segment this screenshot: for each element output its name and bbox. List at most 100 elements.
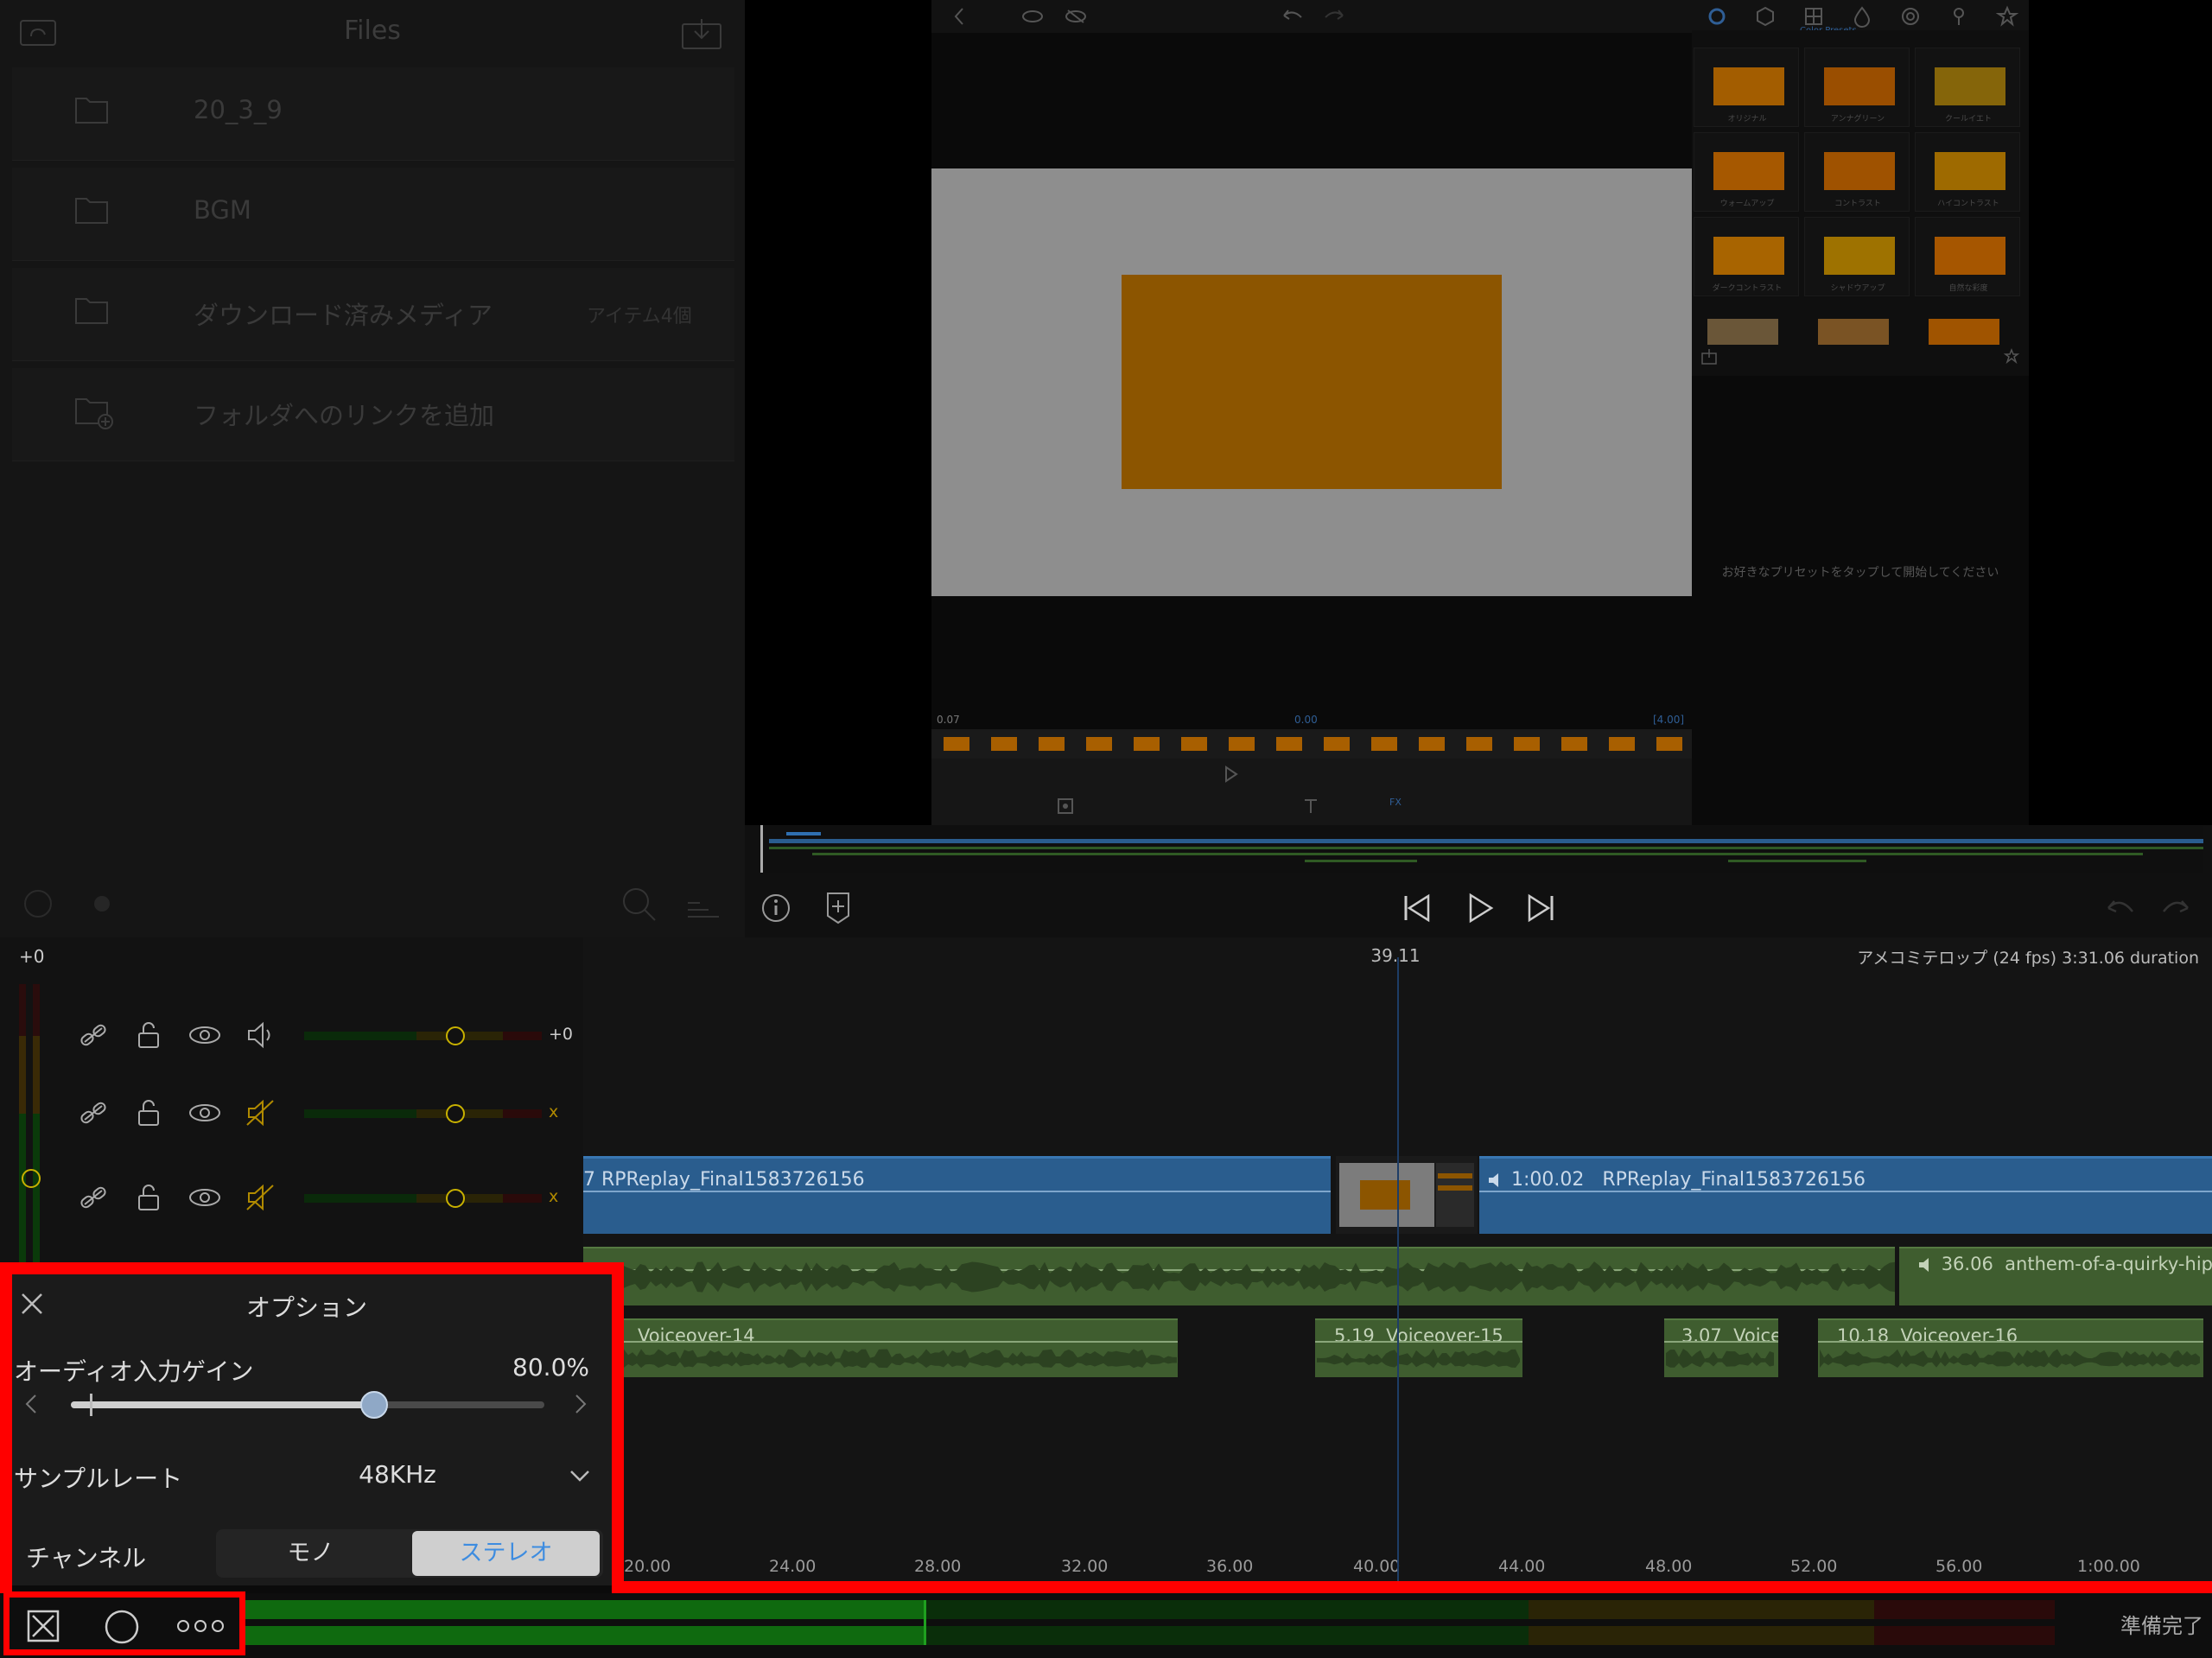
- viewer-mode-icon[interactable]: [1056, 797, 1075, 816]
- ruler-tick: 20.00: [624, 1557, 671, 1576]
- voiceover-14-clip[interactable]: Voiceover-14: [613, 1318, 1178, 1377]
- speaker-icon[interactable]: [245, 1020, 276, 1051]
- folder-icon: [74, 195, 109, 225]
- spiral-icon[interactable]: [1899, 5, 1922, 28]
- text-tool-icon[interactable]: [1301, 797, 1320, 816]
- viewer-play-icon[interactable]: [1221, 765, 1240, 784]
- speaker-muted-icon[interactable]: [245, 1182, 276, 1213]
- track-volume-slider[interactable]: [304, 1026, 542, 1045]
- speaker-muted-icon[interactable]: [245, 1097, 276, 1128]
- files-cloud-sync-icon[interactable]: [22, 888, 54, 919]
- preset-swatch-partial: [1707, 319, 1778, 345]
- lock-icon[interactable]: [135, 1020, 162, 1051]
- input-level-meter: [245, 1600, 2055, 1648]
- key-icon[interactable]: [1948, 5, 1970, 28]
- ruler-tick: 40.00: [1353, 1557, 1401, 1576]
- star-icon[interactable]: [1996, 5, 2018, 28]
- preset-tile[interactable]: クールイエト: [1915, 48, 2020, 127]
- bgm-clip-b[interactable]: 36.06 anthem-of-a-quirky-hip: [1899, 1247, 2212, 1305]
- timeline-overview[interactable]: [760, 825, 2203, 873]
- voiceover-15-clip[interactable]: 5.19 Voiceover-15: [1315, 1318, 1522, 1377]
- preset-tile[interactable]: ダークコントラスト: [1694, 217, 1799, 296]
- files-camera-icon[interactable]: [86, 888, 118, 919]
- file-row-bgm[interactable]: BGM: [12, 168, 734, 261]
- preset-tile[interactable]: 自然な彩度: [1915, 217, 2020, 296]
- bgm-clip-a[interactable]: [583, 1247, 1895, 1305]
- playhead[interactable]: [1397, 957, 1399, 1588]
- preset-import-icon[interactable]: [1700, 348, 1718, 365]
- skip-forward-icon[interactable]: [1524, 891, 1559, 925]
- redo-icon[interactable]: [1322, 5, 1348, 28]
- back-chevron-icon[interactable]: [950, 5, 968, 28]
- link-icon[interactable]: [78, 1020, 109, 1051]
- file-row-20_3_9[interactable]: 20_3_9: [12, 67, 734, 161]
- files-search-icon[interactable]: [620, 886, 658, 924]
- thumbnail-frame: [1561, 737, 1587, 751]
- video-clip-a[interactable]: 7 RPReplay_Final1583726156: [583, 1156, 1331, 1234]
- clip-duration: 3.07: [1681, 1325, 1722, 1346]
- ruler-tick: 56.00: [1936, 1557, 1983, 1576]
- preset-tile[interactable]: ハイコントラスト: [1915, 132, 2020, 212]
- eye-layer-icon[interactable]: [1020, 5, 1046, 28]
- eye-layers-icon[interactable]: [1063, 5, 1089, 28]
- preset-favorite-icon[interactable]: [2003, 348, 2020, 365]
- track-volume-slider[interactable]: [304, 1189, 542, 1208]
- lock-icon[interactable]: [135, 1182, 162, 1213]
- preset-tile[interactable]: アンナグリーン: [1804, 48, 1910, 127]
- preset-tile[interactable]: ウォームアップ: [1694, 132, 1799, 212]
- thumbnail-frame: [1371, 737, 1397, 751]
- ripple-icon[interactable]: [78, 1182, 109, 1213]
- cube-icon[interactable]: [1754, 5, 1777, 28]
- preset-tile[interactable]: シャドウアップ: [1804, 217, 1910, 296]
- ruler-tick: 48.00: [1645, 1557, 1693, 1576]
- thumbnail-frame: [991, 737, 1017, 751]
- thumbnail-frame: [1086, 737, 1112, 751]
- thumbnail-frame: [1229, 737, 1255, 751]
- clip-duration: 5.19: [1334, 1325, 1375, 1346]
- files-import-icon[interactable]: [681, 16, 722, 50]
- visibility-eye-icon[interactable]: [187, 1182, 223, 1213]
- video-clip-b[interactable]: 1:00.02 RPReplay_Final1583726156: [1479, 1156, 2212, 1234]
- preset-tile[interactable]: オリジナル: [1694, 48, 1799, 127]
- voiceover-16-clip[interactable]: 10.18 Voiceover-16: [1818, 1318, 2203, 1377]
- file-row-downloaded-media[interactable]: ダウンロード済みメディア アイテム4個: [12, 268, 734, 361]
- clip-volume-line[interactable]: [583, 1191, 1331, 1192]
- preset-label: アンナグリーン: [1830, 115, 1885, 124]
- viewer-timecode-right: [4.00]: [1653, 714, 1685, 726]
- timeline-redo-icon[interactable]: [2160, 893, 2195, 924]
- drop-icon[interactable]: [1851, 5, 1873, 28]
- track-row: x: [69, 1178, 579, 1217]
- skip-back-icon[interactable]: [1399, 891, 1433, 925]
- clip-volume-line[interactable]: [1479, 1191, 2212, 1192]
- clip-label-wrap: 3.07 Voice: [1681, 1325, 1778, 1346]
- color-tab-icon[interactable]: [1706, 5, 1728, 28]
- transition-thumbnail[interactable]: [1336, 1156, 1478, 1234]
- file-row-add-folder-link[interactable]: フォルダへのリンクを追加: [12, 368, 734, 461]
- preset-tile[interactable]: コントラスト: [1804, 132, 1910, 212]
- files-sort-icon[interactable]: [684, 886, 722, 924]
- visibility-eye-icon[interactable]: [187, 1020, 223, 1051]
- track-volume-slider[interactable]: [304, 1104, 542, 1123]
- grid-icon[interactable]: [1802, 5, 1825, 28]
- ruler-tick: 1:00.00: [2077, 1557, 2140, 1576]
- files-title: Files: [344, 16, 401, 46]
- play-icon[interactable]: [1462, 891, 1497, 925]
- clip-label: Voiceover-14: [638, 1325, 755, 1346]
- preset-swatch-partial: [1818, 319, 1889, 345]
- track-row: x: [69, 1094, 579, 1132]
- preset-label: クールイエト: [1945, 115, 1992, 124]
- preset-label: ウォームアップ: [1719, 200, 1775, 208]
- timeline-undo-icon[interactable]: [2101, 893, 2136, 924]
- lock-icon[interactable]: [135, 1097, 162, 1128]
- thumbnail-frame: [944, 737, 969, 751]
- info-icon[interactable]: [760, 893, 791, 924]
- visibility-eye-icon[interactable]: [187, 1097, 223, 1128]
- add-marker-icon[interactable]: [823, 891, 854, 925]
- ruler-tick: 28.00: [914, 1557, 962, 1576]
- clip-label-wrap: 5.19 Voiceover-15: [1334, 1325, 1503, 1346]
- undo-icon[interactable]: [1279, 5, 1305, 28]
- link-icon[interactable]: [78, 1097, 109, 1128]
- voiceover-short-clip[interactable]: 3.07 Voice: [1664, 1318, 1778, 1377]
- clip-label: RPReplay_Final1583726156: [1602, 1169, 1866, 1191]
- clip-label: anthem-of-a-quirky-hip: [2005, 1254, 2212, 1274]
